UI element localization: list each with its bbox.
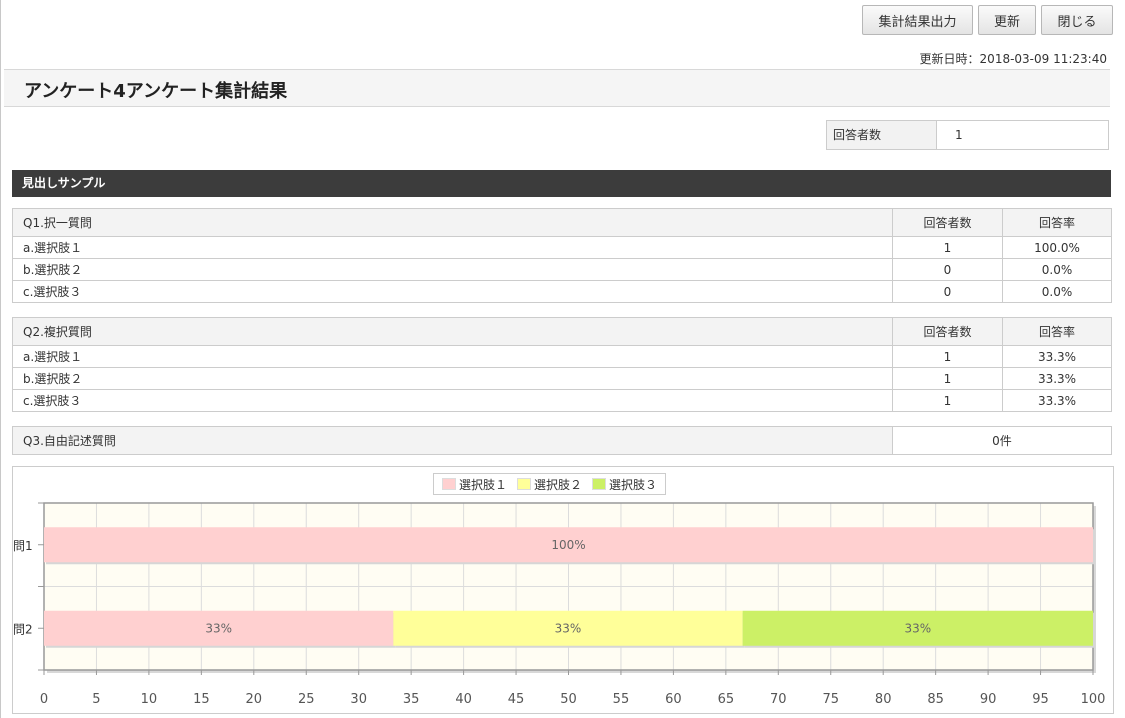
x-axis-tick-label: 40: [455, 692, 472, 707]
x-axis-tick-label: 90: [980, 692, 997, 707]
x-axis-tick-label: 85: [927, 692, 944, 707]
y-axis-category-label: 問2: [13, 622, 33, 636]
x-axis-tick-label: 15: [193, 692, 210, 707]
x-axis-tick-label: 70: [770, 692, 787, 707]
stacked-bar-chart: 100% 問1 33% 33% 33% 問2 0 5 10 15 20 25 30 35 40 45 50 55 6…: [13, 502, 1106, 707]
x-axis-tick-label: 75: [822, 692, 839, 707]
x-axis-tick-label: 30: [350, 692, 367, 707]
bar-value-label: 33%: [904, 621, 931, 635]
x-axis-tick-label: 60: [665, 692, 682, 707]
x-axis-tick-label: 20: [246, 692, 263, 707]
x-axis-tick-label: 35: [403, 692, 420, 707]
x-axis-tick-label: 45: [508, 692, 525, 707]
x-axis-tick-label: 25: [298, 692, 315, 707]
bar-value-label: 33%: [555, 621, 582, 635]
bar-value-label: 100%: [551, 538, 585, 552]
x-axis-tick-label: 100: [1081, 692, 1106, 707]
x-axis-tick-label: 5: [92, 692, 100, 707]
x-axis-tick-label: 65: [718, 692, 735, 707]
x-axis-tick-label: 80: [875, 692, 892, 707]
bar-value-label: 33%: [205, 621, 232, 635]
x-axis-tick-label: 95: [1032, 692, 1049, 707]
x-axis-tick-label: 55: [613, 692, 630, 707]
x-axis-tick-label: 0: [40, 692, 48, 707]
y-axis-category-label: 問1: [13, 539, 33, 553]
x-axis-tick-label: 50: [560, 692, 577, 707]
x-axis-tick-label: 10: [141, 692, 158, 707]
